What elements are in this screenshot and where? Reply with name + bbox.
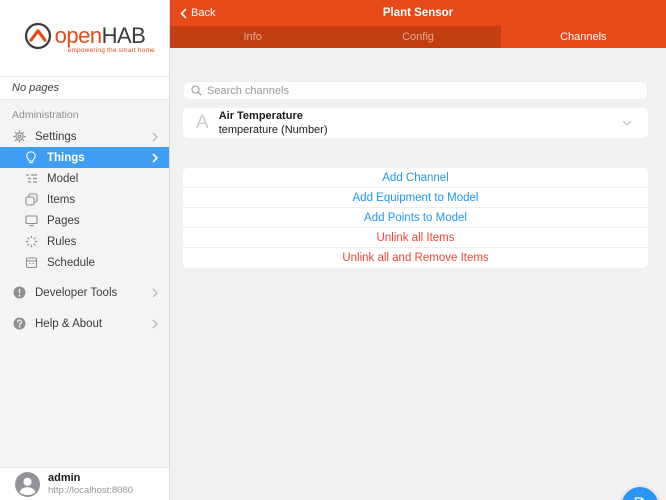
add-thing-fab-button[interactable] <box>622 487 658 500</box>
profile-server-url: http://localhost:8080 <box>48 484 134 496</box>
sidebar-item-model[interactable]: Model <box>0 168 169 189</box>
exclamation-circle-icon <box>12 286 26 299</box>
lightbulb-icon <box>24 151 38 164</box>
question-circle-icon <box>12 317 26 330</box>
page-title: Plant Sensor <box>382 7 454 19</box>
unlink-all-and-remove-items-button[interactable]: Unlink all and Remove Items <box>183 248 648 268</box>
sidebar-item-pages[interactable]: Pages <box>0 210 169 231</box>
logo-text: openHAB <box>55 23 146 49</box>
tabbar: Info Config Channels <box>170 26 666 48</box>
channel-initial-letter: A <box>196 112 209 133</box>
sidebar-item-label: Rules <box>47 235 77 248</box>
channel-text: Air Temperature temperature (Number) <box>219 109 328 138</box>
sidebar-tools: Developer Tools Help & About <box>0 282 169 334</box>
sidebar-item-label: Developer Tools <box>35 286 118 299</box>
chevron-right-icon <box>152 132 158 142</box>
channel-title: Air Temperature <box>218 109 303 122</box>
sidebar-item-label: Things <box>47 151 85 164</box>
administration-section-label: Administration <box>12 109 79 121</box>
search-bar[interactable] <box>183 81 648 100</box>
channel-item-air-temperature[interactable]: A Air Temperature temperature (Number) <box>183 108 648 138</box>
sidebar-item-schedule[interactable]: Schedule <box>0 252 169 273</box>
openhab-admin-app: openHAB empowering the smart home No pag… <box>0 0 666 500</box>
search-input[interactable] <box>207 84 627 97</box>
channel-subtitle: temperature (Number) <box>218 124 328 136</box>
sidebar-item-label: Help & About <box>35 317 103 330</box>
sidebar-item-label: Settings <box>35 130 77 143</box>
navbar: Back Plant Sensor <box>170 0 666 26</box>
sidebar-menu: Settings Things Model Items Pages Rules … <box>0 126 169 273</box>
chevron-left-icon <box>180 7 187 19</box>
sidebar-item-label: Schedule <box>47 256 95 269</box>
openhab-logo-icon <box>24 22 52 50</box>
schedule-calendar-icon <box>24 256 38 269</box>
logo-tagline: empowering the smart home <box>67 47 155 54</box>
chevron-down-icon[interactable] <box>622 120 632 126</box>
tab-channels[interactable]: Channels <box>500 26 666 48</box>
avatar <box>15 471 40 497</box>
sidebar-item-help-about[interactable]: Help & About <box>0 313 169 334</box>
pages-monitor-icon <box>24 214 38 227</box>
gear-icon <box>12 130 26 143</box>
user-profile[interactable]: admin http://localhost:8080 <box>0 467 169 500</box>
channels-content: A Air Temperature temperature (Number) A… <box>170 81 666 500</box>
profile-info: admin http://localhost:8080 <box>48 472 133 497</box>
sidebar-item-developer-tools[interactable]: Developer Tools <box>0 282 169 303</box>
logo-hab: HAB <box>101 23 146 48</box>
chevron-right-icon <box>152 152 158 163</box>
add-channel-button[interactable]: Add Channel <box>183 168 648 188</box>
no-pages-label: No pages <box>0 76 169 100</box>
unlink-all-items-button[interactable]: Unlink all Items <box>183 228 648 248</box>
back-label: Back <box>191 7 216 19</box>
sidebar-item-settings[interactable]: Settings <box>0 126 169 147</box>
search-icon <box>191 85 202 96</box>
sidebar: openHAB empowering the smart home No pag… <box>0 0 170 500</box>
sidebar-item-label: Model <box>47 172 79 185</box>
back-button[interactable]: Back <box>180 7 215 19</box>
add-equipment-to-model-button[interactable]: Add Equipment to Model <box>183 188 648 208</box>
sidebar-item-label: Pages <box>47 214 80 227</box>
chevron-right-icon <box>152 288 158 298</box>
model-tree-icon <box>24 172 38 185</box>
add-points-to-model-button[interactable]: Add Points to Model <box>183 208 648 228</box>
sidebar-item-label: Items <box>47 193 76 206</box>
profile-username: admin <box>48 471 81 484</box>
items-copy-icon <box>24 193 38 206</box>
sidebar-item-rules[interactable]: Rules <box>0 231 169 252</box>
tab-info[interactable]: Info <box>170 26 335 48</box>
openhab-logo: openHAB empowering the smart home <box>0 0 169 76</box>
tab-config[interactable]: Config <box>335 26 500 48</box>
sidebar-item-items[interactable]: Items <box>0 189 169 210</box>
logo-row: openHAB <box>24 22 146 50</box>
chevron-right-icon <box>152 319 158 329</box>
sidebar-item-things[interactable]: Things <box>0 147 169 168</box>
logo-open: open <box>54 23 102 48</box>
rules-sparkle-icon <box>24 235 38 248</box>
channel-actions-list: Add Channel Add Equipment to Model Add P… <box>183 168 648 268</box>
main-panel: Back Plant Sensor Info Config Channels A <box>170 0 666 500</box>
